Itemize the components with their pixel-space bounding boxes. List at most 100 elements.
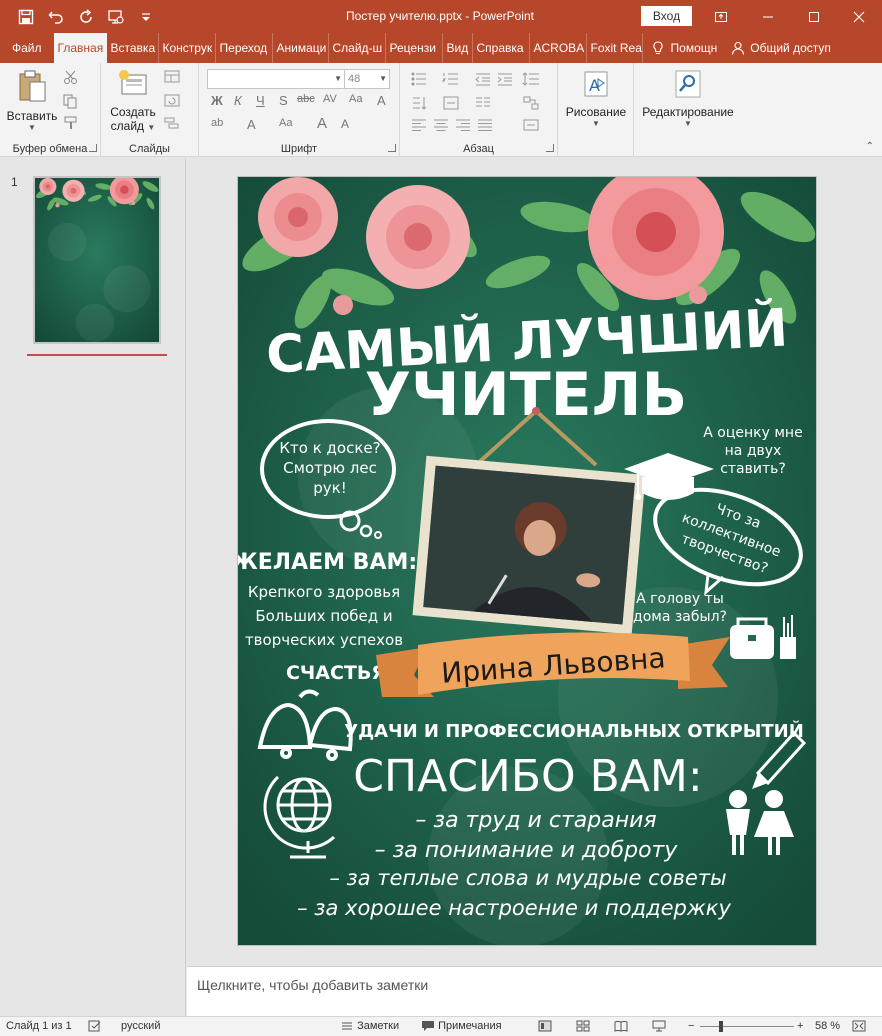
wish-line-3: творческих успехов xyxy=(245,631,403,649)
zoom-level[interactable]: 58 % xyxy=(815,1020,840,1032)
tab-animations[interactable]: Анимаци xyxy=(273,33,329,63)
slideshow-view-icon[interactable] xyxy=(652,1020,666,1032)
slideshow-from-start-icon[interactable] xyxy=(102,0,130,33)
align-center-icon[interactable] xyxy=(432,117,450,133)
font-launcher-icon[interactable] xyxy=(388,144,396,152)
text-direction-icon[interactable] xyxy=(410,95,428,111)
shrink-font-button[interactable]: A xyxy=(341,117,349,131)
cut-icon[interactable] xyxy=(62,69,80,85)
section-icon[interactable] xyxy=(163,115,181,131)
columns-icon[interactable] xyxy=(474,95,492,111)
tab-file[interactable]: Файл xyxy=(0,33,54,63)
customize-qat-icon[interactable] xyxy=(132,0,160,33)
italic-button[interactable]: К xyxy=(234,93,242,108)
reading-view-icon[interactable] xyxy=(614,1020,628,1032)
undo-icon[interactable] xyxy=(42,0,70,33)
tab-view[interactable]: Вид xyxy=(443,33,473,63)
clipboard-launcher-icon[interactable] xyxy=(89,144,97,152)
collapse-ribbon-icon[interactable]: ⌃ xyxy=(866,141,874,152)
tab-help[interactable]: Справка xyxy=(473,33,530,63)
paragraph-group: Абзац xyxy=(400,63,558,157)
maximize-icon[interactable] xyxy=(791,0,836,33)
decrease-indent-icon[interactable] xyxy=(474,71,492,87)
tab-insert[interactable]: Вставка xyxy=(107,33,159,63)
tab-review[interactable]: Рецензи xyxy=(386,33,443,63)
font-color-button[interactable]: A xyxy=(247,117,256,132)
convert-to-smartart-icon[interactable] xyxy=(522,117,540,133)
normal-view-icon[interactable] xyxy=(538,1020,552,1032)
change-case-button[interactable]: Aa xyxy=(349,93,362,105)
editing-button[interactable]: Редактирование ▼ xyxy=(638,69,738,128)
smartart-icon[interactable] xyxy=(522,95,540,111)
font-name-combo[interactable]: ▼ xyxy=(207,69,345,89)
zoom-slider-thumb[interactable] xyxy=(719,1021,723,1032)
clear-formatting-button[interactable]: A xyxy=(377,93,386,108)
align-text-icon[interactable] xyxy=(442,95,460,111)
pin-icon xyxy=(532,407,540,415)
paste-button[interactable]: Вставить ▼ xyxy=(4,69,60,132)
align-right-icon[interactable] xyxy=(454,117,472,133)
numbering-icon[interactable] xyxy=(442,71,460,87)
bold-button[interactable]: Ж xyxy=(211,93,223,108)
layout-icon[interactable] xyxy=(163,69,181,85)
reset-icon[interactable] xyxy=(163,93,181,109)
tell-me-search[interactable]: Помощн xyxy=(643,33,726,63)
paste-label: Вставить xyxy=(6,109,58,123)
char-spacing-button[interactable]: AV xyxy=(323,93,337,105)
tab-slideshow[interactable]: Слайд-ш xyxy=(329,33,386,63)
tab-acrobat[interactable]: ACROBA xyxy=(530,33,587,63)
save-icon[interactable] xyxy=(12,0,40,33)
sign-in-button[interactable]: Вход xyxy=(641,6,692,26)
tab-home[interactable]: Главная xyxy=(53,33,107,63)
tab-foxit[interactable]: Foxit Rea xyxy=(587,33,643,63)
fit-to-window-icon[interactable] xyxy=(852,1020,866,1032)
align-left-icon[interactable] xyxy=(410,117,428,133)
spellcheck-icon[interactable] xyxy=(88,1020,102,1032)
language-indicator[interactable]: русский xyxy=(121,1020,160,1032)
notes-button[interactable]: Заметки xyxy=(340,1020,399,1032)
slide-sorter-icon[interactable] xyxy=(576,1020,590,1032)
editing-label: Редактирование xyxy=(642,105,734,119)
zoom-in-icon[interactable]: + xyxy=(797,1020,803,1032)
font-group: ▼ 48 ▼ Ж К Ч S abc AV Aa A ab A Aa A A Шр… xyxy=(199,63,400,157)
paragraph-launcher-icon[interactable] xyxy=(546,144,554,152)
zoom-out-icon[interactable]: − xyxy=(688,1020,694,1032)
line-spacing-icon[interactable] xyxy=(522,71,540,87)
format-painter-icon[interactable] xyxy=(62,115,80,131)
bullets-icon[interactable] xyxy=(410,71,428,87)
highlight-button[interactable]: ab xyxy=(211,117,223,129)
font-size-button[interactable]: Aa xyxy=(279,117,292,129)
increase-indent-icon[interactable] xyxy=(496,71,514,87)
new-slide-label-1: Создать xyxy=(110,105,156,119)
bubble-left-line-3: рук! xyxy=(313,479,346,497)
grow-font-button[interactable]: A xyxy=(317,115,327,132)
notes-pane[interactable]: Щелкните, чтобы добавить заметки xyxy=(187,966,882,1016)
tab-transitions[interactable]: Переход xyxy=(216,33,273,63)
thanks-line-3: – за теплые слова и мудрые советы xyxy=(329,866,726,890)
font-size-combo[interactable]: 48 ▼ xyxy=(344,69,390,89)
wish-line-2: Больших побед и xyxy=(255,607,392,625)
share-button[interactable]: Общий доступ xyxy=(725,33,837,63)
comments-button[interactable]: Примечания xyxy=(421,1020,502,1032)
slides-group: Создать слайд ▼ Слайды xyxy=(101,63,199,157)
quick-access-toolbar xyxy=(0,0,160,33)
slide-canvas[interactable]: САМЫЙ ЛУЧШИЙ УЧИТЕЛЬ Кто к доске? Смотрю… xyxy=(237,176,817,946)
ribbon-display-options-icon[interactable] xyxy=(698,0,743,33)
slide-thumbnail-1[interactable] xyxy=(33,176,161,344)
share-label: Общий доступ xyxy=(750,41,831,55)
close-icon[interactable] xyxy=(836,0,881,33)
drawing-button[interactable]: A Рисование ▼ xyxy=(562,69,630,128)
minimize-icon[interactable] xyxy=(745,0,790,33)
zoom-slider[interactable] xyxy=(700,1026,794,1027)
head-question-line-2: дома забыл? xyxy=(633,609,727,625)
underline-button[interactable]: Ч xyxy=(256,93,265,108)
drawing-label: Рисование xyxy=(565,105,627,119)
shadow-button[interactable]: S xyxy=(279,93,288,108)
redo-icon[interactable] xyxy=(72,0,100,33)
bubble-left-line-1: Кто к доске? xyxy=(279,439,380,457)
tab-design[interactable]: Конструк xyxy=(159,33,216,63)
strikethrough-button[interactable]: abc xyxy=(297,93,315,105)
copy-icon[interactable] xyxy=(62,93,80,109)
justify-icon[interactable] xyxy=(476,117,494,133)
new-slide-button[interactable]: Создать слайд ▼ xyxy=(107,69,159,133)
